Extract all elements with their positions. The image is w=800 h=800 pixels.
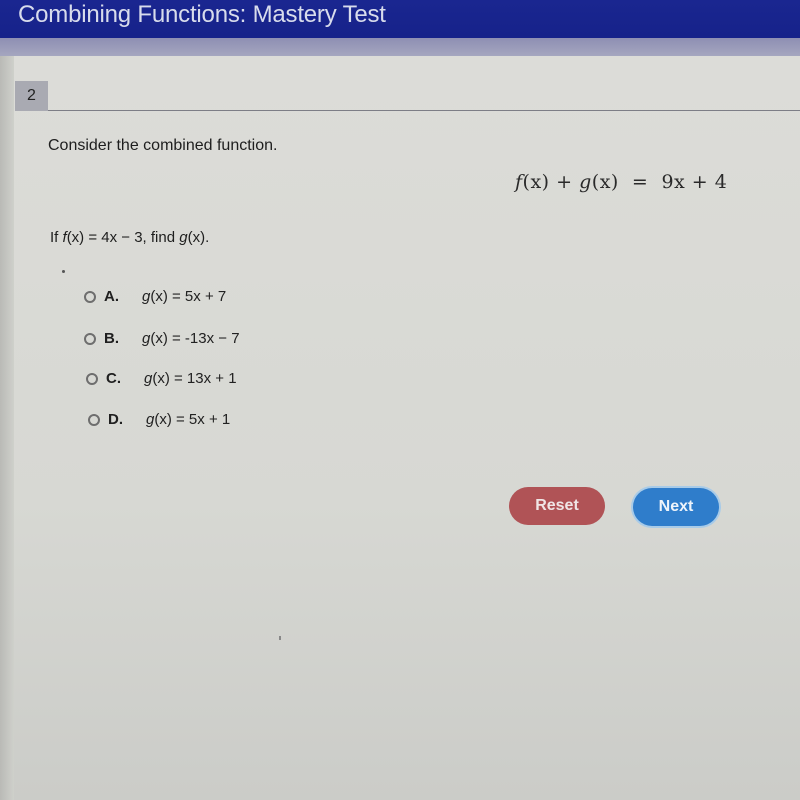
next-button[interactable]: Next [633, 488, 719, 526]
question-text: If f(x) = 4x − 3, find g(x). [50, 229, 209, 246]
equation-f-arg: (x) [522, 171, 550, 193]
equation-plus: + [556, 171, 573, 193]
equation-equals: = [631, 171, 649, 193]
option-text: g(x) = 5x + 1 [146, 411, 230, 428]
equation-f: f [515, 171, 523, 193]
question-text-mid: (x) = 4x − 3, find [66, 229, 180, 246]
page-title: Combining Functions: Mastery Test [18, 1, 386, 28]
question-number-badge: 2 [15, 81, 48, 111]
screen-speck [279, 636, 281, 640]
stray-dot [62, 270, 65, 273]
question-text-suffix: (x). [187, 229, 210, 246]
answer-option-d[interactable]: D. g(x) = 5x + 1 [88, 411, 230, 428]
question-text-g: g [179, 229, 188, 246]
sub-header-bar [0, 38, 800, 56]
option-letter: B. [104, 330, 119, 347]
equation-rhs: 9x + 4 [661, 171, 728, 193]
radio-button-icon[interactable] [88, 413, 100, 426]
radio-button-icon[interactable] [84, 290, 96, 303]
question-prompt: Consider the combined function. [48, 137, 278, 154]
reset-button[interactable]: Reset [509, 487, 605, 525]
option-letter: D. [108, 411, 123, 428]
radio-button-icon[interactable] [86, 372, 98, 385]
option-expression: (x) = 5x + 1 [154, 411, 231, 428]
title-bar: Combining Functions: Mastery Test [0, 0, 800, 38]
answer-option-b[interactable]: B. g(x) = -13x − 7 [84, 330, 240, 347]
option-letter: A. [104, 288, 119, 305]
answer-option-a[interactable]: A. g(x) = 5x + 7 [84, 288, 226, 305]
option-letter: C. [106, 370, 121, 387]
panel-left-edge [0, 56, 14, 800]
equation-g: g [579, 171, 592, 193]
option-text: g(x) = -13x − 7 [142, 330, 240, 347]
option-text: g(x) = 5x + 7 [142, 288, 226, 305]
option-expression: (x) = 13x + 1 [152, 370, 237, 387]
combined-function-equation: f(x) + g(x) = 9x + 4 [515, 171, 727, 193]
answer-option-c[interactable]: C. g(x) = 13x + 1 [86, 370, 237, 387]
option-expression: (x) = 5x + 7 [150, 288, 227, 305]
equation-g-arg: (x) [591, 171, 619, 193]
option-expression: (x) = -13x − 7 [150, 330, 240, 347]
question-text-prefix: If [50, 229, 63, 246]
question-divider [48, 110, 800, 111]
question-panel [0, 56, 800, 800]
option-text: g(x) = 13x + 1 [144, 370, 237, 387]
radio-button-icon[interactable] [84, 332, 96, 345]
